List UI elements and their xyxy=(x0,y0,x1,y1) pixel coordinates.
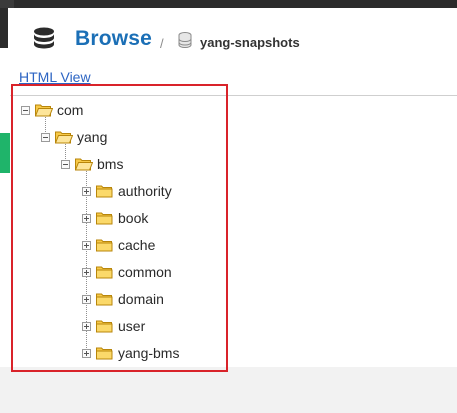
highlight-annotation-box xyxy=(11,84,228,372)
